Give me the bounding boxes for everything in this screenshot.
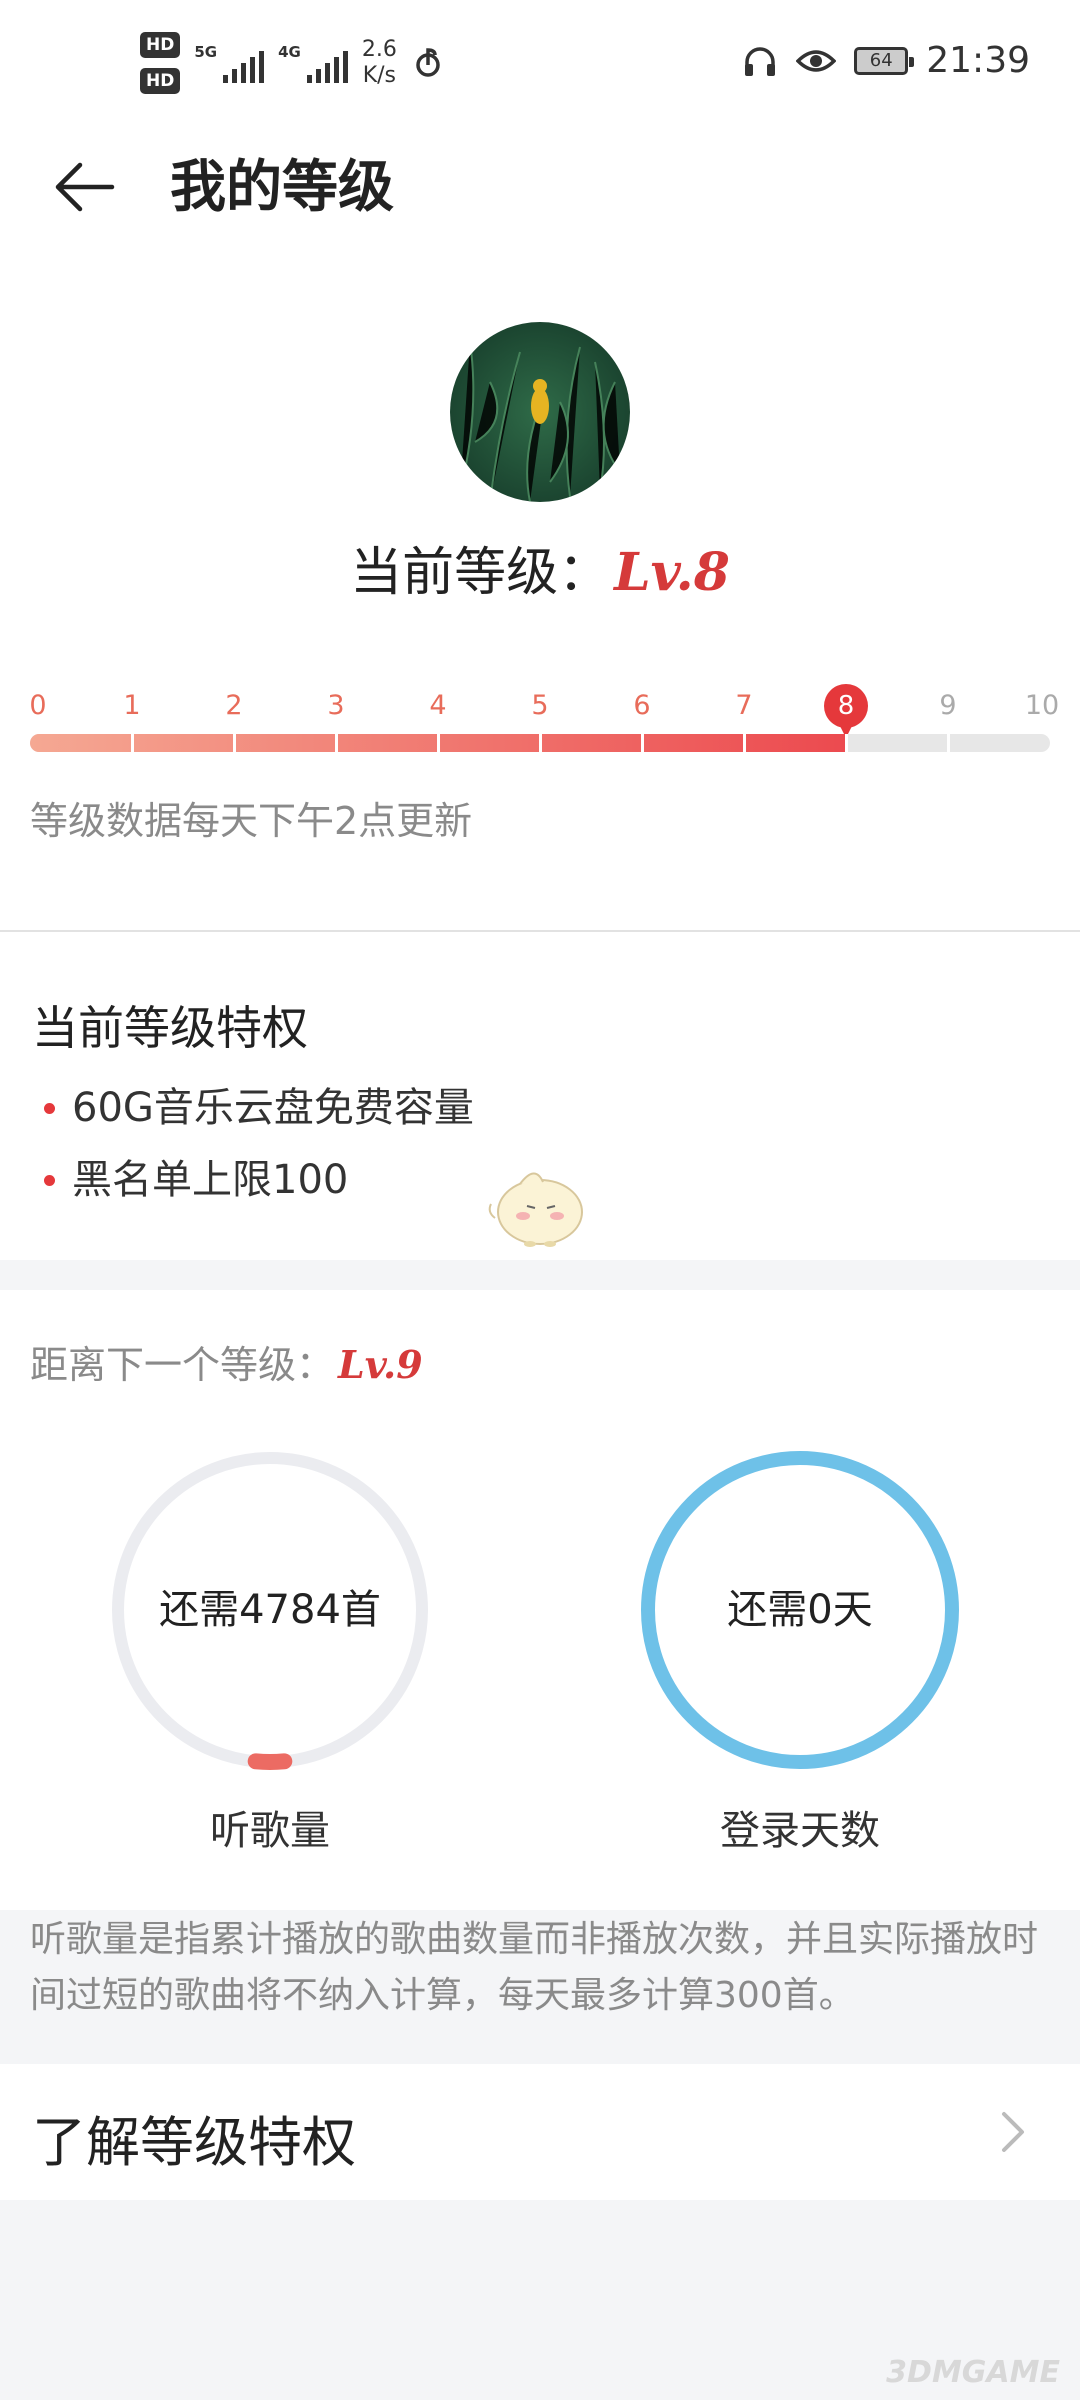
level-bar-separator: [539, 734, 542, 752]
update-note: 等级数据每天下午2点更新: [30, 799, 473, 843]
current-level: 当前等级：Lv.8: [0, 530, 1080, 605]
status-bar: HD HD 5G 4G 2.6 K/s 64 21:39: [0, 0, 1080, 130]
privileges-title: 当前等级特权: [32, 1001, 308, 1055]
privileges-list: 60G音乐云盘免费容量 黑名单上限100: [32, 1072, 474, 1216]
privileges-section: 当前等级特权 60G音乐云盘免费容量 黑名单上限100: [0, 932, 1080, 1260]
login-progress-ring: 还需0天: [630, 1440, 970, 1780]
level-tick-7: 7: [735, 690, 753, 721]
hd-badge-sim1: HD: [140, 32, 181, 58]
level-tick-3: 3: [327, 690, 345, 721]
level-tick-0: 0: [29, 690, 47, 721]
login-remaining: 还需0天: [727, 1587, 873, 1633]
mascot-icon: [488, 1172, 583, 1247]
level-progress-bar: [30, 734, 1050, 752]
level-bar-separator: [845, 734, 848, 752]
back-arrow-icon[interactable]: [50, 152, 120, 222]
login-caption: 登录天数: [720, 1808, 880, 1854]
signal-icon-sim2: 4G: [278, 43, 348, 83]
learn-privileges-label: 了解等级特权: [32, 2111, 356, 2174]
next-level-label: 距离下一个等级： Lv.9: [30, 1342, 423, 1387]
eye-comfort-icon: [796, 49, 837, 72]
songs-progress-ring: 还需4784首: [100, 1440, 440, 1780]
level-ticks: 0 1 2 3 4 5 6 7 8 9 10: [29, 684, 1059, 738]
level-bar-separator: [947, 734, 950, 752]
level-bar-separator: [437, 734, 440, 752]
level-bar-separator: [131, 734, 134, 752]
page-title: 我的等级: [170, 155, 394, 220]
level-tick-6: 6: [633, 690, 651, 721]
current-level-label: 当前等级：: [350, 543, 611, 603]
level-tick-4: 4: [429, 690, 447, 721]
level-tick-1: 1: [123, 690, 141, 721]
next-level-section: 距离下一个等级： Lv.9 还需4784首 听歌量 还需0天 登录天数: [0, 1290, 1080, 1910]
level-tick-2: 2: [225, 690, 243, 721]
level-section: 当前等级：Lv.8 0 1 2 3 4 5 6 7 8 9 10 等级数据每天下午2点更新: [0, 250, 1080, 930]
status-bar-right: 64 21:39: [742, 40, 1030, 81]
level-tick-5: 5: [531, 690, 549, 721]
avatar[interactable]: [450, 322, 630, 502]
level-bar-separator: [743, 734, 746, 752]
clock: 21:39: [926, 40, 1030, 81]
songs-remaining: 还需4784首: [159, 1587, 381, 1633]
network-speed: 2.6 K/s: [361, 37, 397, 88]
level-bar-separator: [233, 734, 236, 752]
level-bar-separator: [641, 734, 644, 752]
headphones-icon: [745, 46, 776, 76]
level-tick-8: 8: [824, 684, 868, 738]
watermark-logo: 3DMGAME: [886, 2355, 1060, 2390]
current-level-value: Lv.8: [614, 542, 730, 603]
privilege-item: 60G音乐云盘免费容量: [32, 1072, 474, 1144]
songs-caption: 听歌量: [210, 1808, 330, 1854]
learn-privileges-row[interactable]: 了解等级特权: [0, 2064, 1080, 2200]
level-tick-10: 10: [1024, 690, 1060, 721]
hd-badge-sim2: HD: [140, 68, 181, 94]
status-bar-left: HD HD 5G 4G 2.6 K/s: [140, 32, 445, 94]
battery-icon: 64: [854, 46, 915, 75]
explanation-text: 听歌量是指累计播放的歌曲数量而非播放次数，并且实际播放时间过短的歌曲将不纳入计算…: [30, 1919, 1039, 2016]
chevron-right-icon: [1002, 2112, 1024, 2152]
level-tick-9: 9: [939, 690, 957, 721]
header: 我的等级: [0, 130, 1080, 250]
netease-music-icon: [416, 48, 440, 77]
privilege-item: 黑名单上限100: [32, 1144, 474, 1216]
next-level-value: Lv.9: [338, 1342, 423, 1387]
signal-icon-sim1: 5G: [194, 43, 265, 83]
level-bar-separator: [335, 734, 338, 752]
